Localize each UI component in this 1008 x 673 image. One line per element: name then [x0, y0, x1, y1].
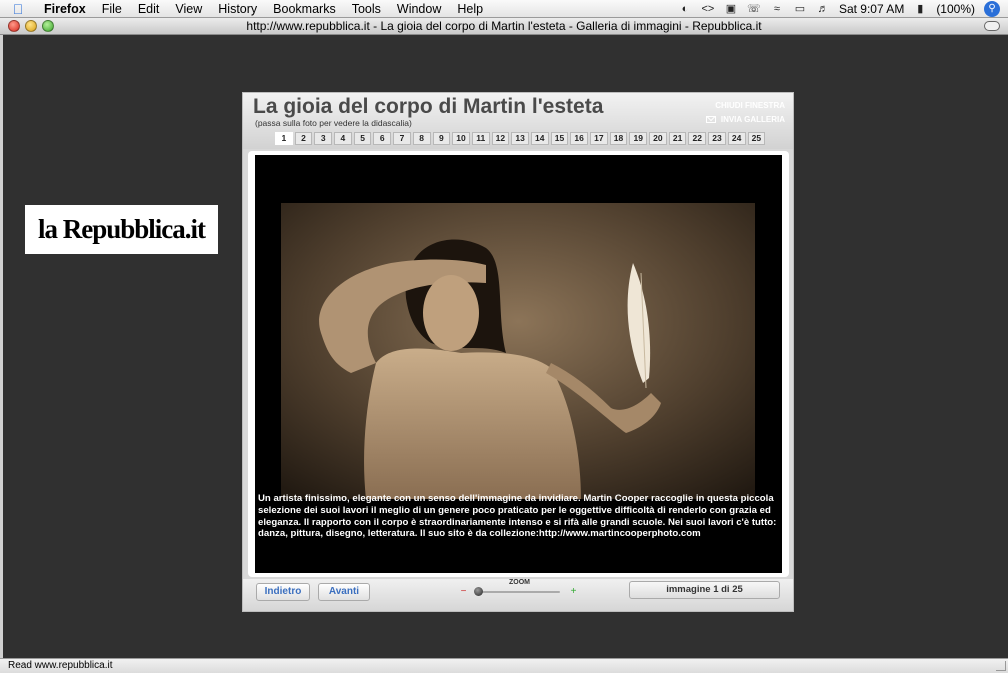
battery-icon[interactable]: ▮ [913, 3, 927, 15]
send-gallery-label: INVIA GALLERIA [720, 115, 785, 124]
page-link-4[interactable]: 4 [334, 132, 352, 145]
page-link-16[interactable]: 16 [570, 132, 588, 145]
close-window-link[interactable]: CHIUDI FINESTRA [715, 101, 785, 110]
page-link-19[interactable]: 19 [629, 132, 648, 145]
gallery-header: La gioia del corpo di Martin l'esteta (p… [243, 93, 793, 149]
page-link-25[interactable]: 25 [747, 132, 766, 145]
envelope-icon [705, 116, 716, 123]
menu-window[interactable]: Window [389, 2, 449, 16]
photo-caption: Un artista finissimo, elegante con un se… [258, 493, 777, 540]
binoculars-icon[interactable]: ▣ [724, 3, 738, 15]
page-link-10[interactable]: 10 [452, 132, 470, 145]
menu-history[interactable]: History [210, 2, 265, 16]
photo-viewer[interactable]: Un artista finissimo, elegante con un se… [255, 155, 782, 573]
sync-icon[interactable]: ◐ [678, 3, 692, 15]
next-button[interactable]: Avanti [318, 583, 370, 601]
page-link-7[interactable]: 7 [393, 132, 411, 145]
battery-percent[interactable]: (100%) [936, 2, 975, 16]
page-link-22[interactable]: 22 [688, 132, 707, 145]
image-counter: immagine 1 di 25 [629, 581, 780, 599]
page-link-12[interactable]: 12 [491, 132, 510, 145]
clock[interactable]: Sat 9:07 AM [839, 2, 904, 16]
zoom-slider-track[interactable] [476, 591, 560, 593]
apple-menu-icon[interactable]:  [0, 1, 36, 17]
page-link-5[interactable]: 5 [353, 132, 372, 145]
gallery-photo[interactable] [281, 203, 755, 499]
photo-frame: Un artista finissimo, elegante con un se… [248, 151, 789, 577]
page-link-8[interactable]: 8 [412, 132, 431, 145]
sepia-portrait-image [281, 203, 755, 499]
page-link-21[interactable]: 21 [668, 132, 687, 145]
page-link-20[interactable]: 20 [649, 132, 667, 145]
mac-menubar:  Firefox File Edit View History Bookmar… [0, 0, 1008, 18]
page-link-23[interactable]: 23 [708, 132, 726, 145]
page-link-11[interactable]: 11 [471, 132, 490, 145]
menu-file[interactable]: File [94, 2, 130, 16]
display-icon[interactable]: ▭ [793, 3, 807, 15]
page-link-3[interactable]: 3 [314, 132, 333, 145]
menu-bookmarks[interactable]: Bookmarks [265, 2, 344, 16]
status-text: Read www.repubblica.it [8, 660, 113, 671]
gallery-subtitle: (passa sulla foto per vedere la didascal… [255, 118, 412, 128]
page-link-15[interactable]: 15 [550, 132, 569, 145]
zoom-in-icon[interactable]: + [568, 586, 579, 597]
zoom-slider-handle[interactable] [474, 587, 483, 596]
wifi-icon[interactable]: ≈ [770, 3, 784, 15]
page-number-strip: 1 2 3 4 5 6 7 8 9 10 11 12 13 14 15 16 1… [275, 132, 766, 145]
gallery-footer: Indietro Avanti ZOOM − + immagine 1 di 2… [243, 579, 793, 611]
window-title: http://www.repubblica.it - La gioia del … [246, 19, 762, 33]
menu-help[interactable]: Help [449, 2, 491, 16]
page-link-17[interactable]: 17 [590, 132, 608, 145]
back-button[interactable]: Indietro [256, 583, 310, 601]
page-link-6[interactable]: 6 [373, 132, 392, 145]
gallery-popup: La gioia del corpo di Martin l'esteta (p… [242, 92, 794, 612]
page-link-18[interactable]: 18 [609, 132, 628, 145]
code-icon[interactable]: <> [701, 3, 715, 15]
page-link-1[interactable]: 1 [275, 132, 293, 145]
spotlight-icon[interactable]: ⚲ [984, 1, 1000, 17]
window-titlebar: http://www.repubblica.it - La gioia del … [0, 18, 1008, 35]
menu-edit[interactable]: Edit [130, 2, 168, 16]
toolbar-toggle-button[interactable] [984, 21, 1000, 31]
resize-grip-icon[interactable] [996, 661, 1006, 671]
page-link-24[interactable]: 24 [727, 132, 746, 145]
menu-app[interactable]: Firefox [36, 2, 94, 16]
gallery-title: La gioia del corpo di Martin l'esteta [253, 95, 604, 118]
page-link-13[interactable]: 13 [511, 132, 529, 145]
zoom-label: ZOOM [509, 579, 530, 586]
menu-tools[interactable]: Tools [344, 2, 389, 16]
page-link-2[interactable]: 2 [294, 132, 313, 145]
menu-view[interactable]: View [167, 2, 210, 16]
repubblica-logo[interactable]: la Repubblica.it [25, 205, 218, 254]
send-gallery-link[interactable]: INVIA GALLERIA [705, 115, 785, 124]
page-link-14[interactable]: 14 [530, 132, 549, 145]
menubar-status-area: ◐ <> ▣ ☏ ≈ ▭ ♬ Sat 9:07 AM ▮ (100%) ⚲ [678, 0, 1008, 18]
zoom-out-icon[interactable]: − [458, 586, 469, 597]
browser-statusbar: Read www.repubblica.it [0, 658, 1008, 673]
volume-icon[interactable]: ♬ [816, 3, 830, 15]
phone-icon[interactable]: ☏ [747, 3, 761, 15]
page-link-9[interactable]: 9 [432, 132, 451, 145]
